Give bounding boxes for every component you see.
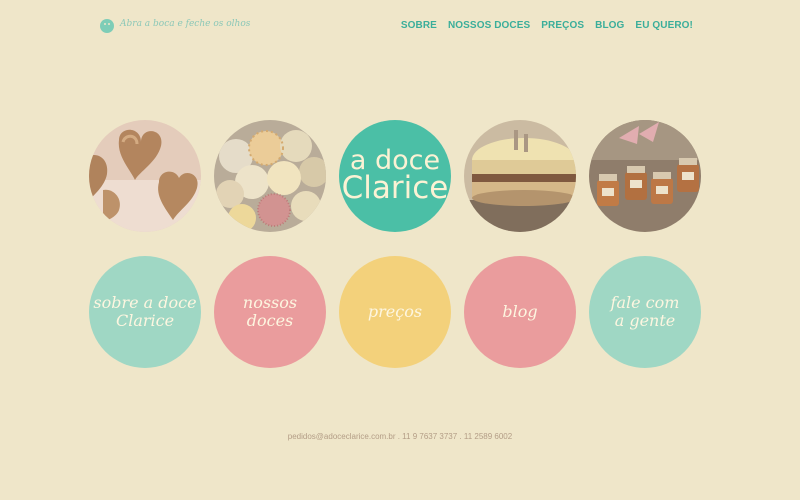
nav-circle-fale-com-a-gente[interactable]: fale com a gente <box>589 256 701 368</box>
jam-jars-photo <box>589 120 701 232</box>
layer-cake-photo <box>464 120 576 232</box>
tagline: Abra a boca e feche os olhos <box>120 19 251 29</box>
nav-circle-label: preços <box>367 302 423 322</box>
nav-item-sobre[interactable]: SOBRE <box>401 20 437 31</box>
brand-line-2: Clarice <box>341 170 449 207</box>
nav-item-precos[interactable]: PREÇOS <box>541 20 584 31</box>
footer-contact: pedidos@adoceclarice.com.br . 11 9 7637 … <box>287 432 513 441</box>
nav-circle-label: fale com a gente <box>610 293 680 330</box>
chocolate-hearts-photo <box>89 120 201 232</box>
brand-logo[interactable]: a doce Clarice <box>339 120 451 232</box>
nav-item-nossos-doces[interactable]: NOSSOS DOCES <box>448 20 530 31</box>
nav-circle-label: nossos doces <box>242 293 298 330</box>
nav-circle-label: blog <box>502 302 538 322</box>
nav-item-eu-quero[interactable]: EU QUERO! <box>635 20 693 31</box>
nav-circle-label: sobre a doce Clarice <box>93 293 197 330</box>
main-nav: SOBRE NOSSOS DOCES PREÇOS BLOG EU QUERO! <box>401 20 693 31</box>
nav-circle-nossos-doces[interactable]: nossos doces <box>214 256 326 368</box>
smiley-face-icon[interactable] <box>100 19 114 33</box>
bonbons-photo <box>214 120 326 232</box>
nav-circle-sobre[interactable]: sobre a doce Clarice <box>89 256 201 368</box>
nav-circle-blog[interactable]: blog <box>464 256 576 368</box>
nav-item-blog[interactable]: BLOG <box>595 20 624 31</box>
nav-circle-precos[interactable]: preços <box>339 256 451 368</box>
